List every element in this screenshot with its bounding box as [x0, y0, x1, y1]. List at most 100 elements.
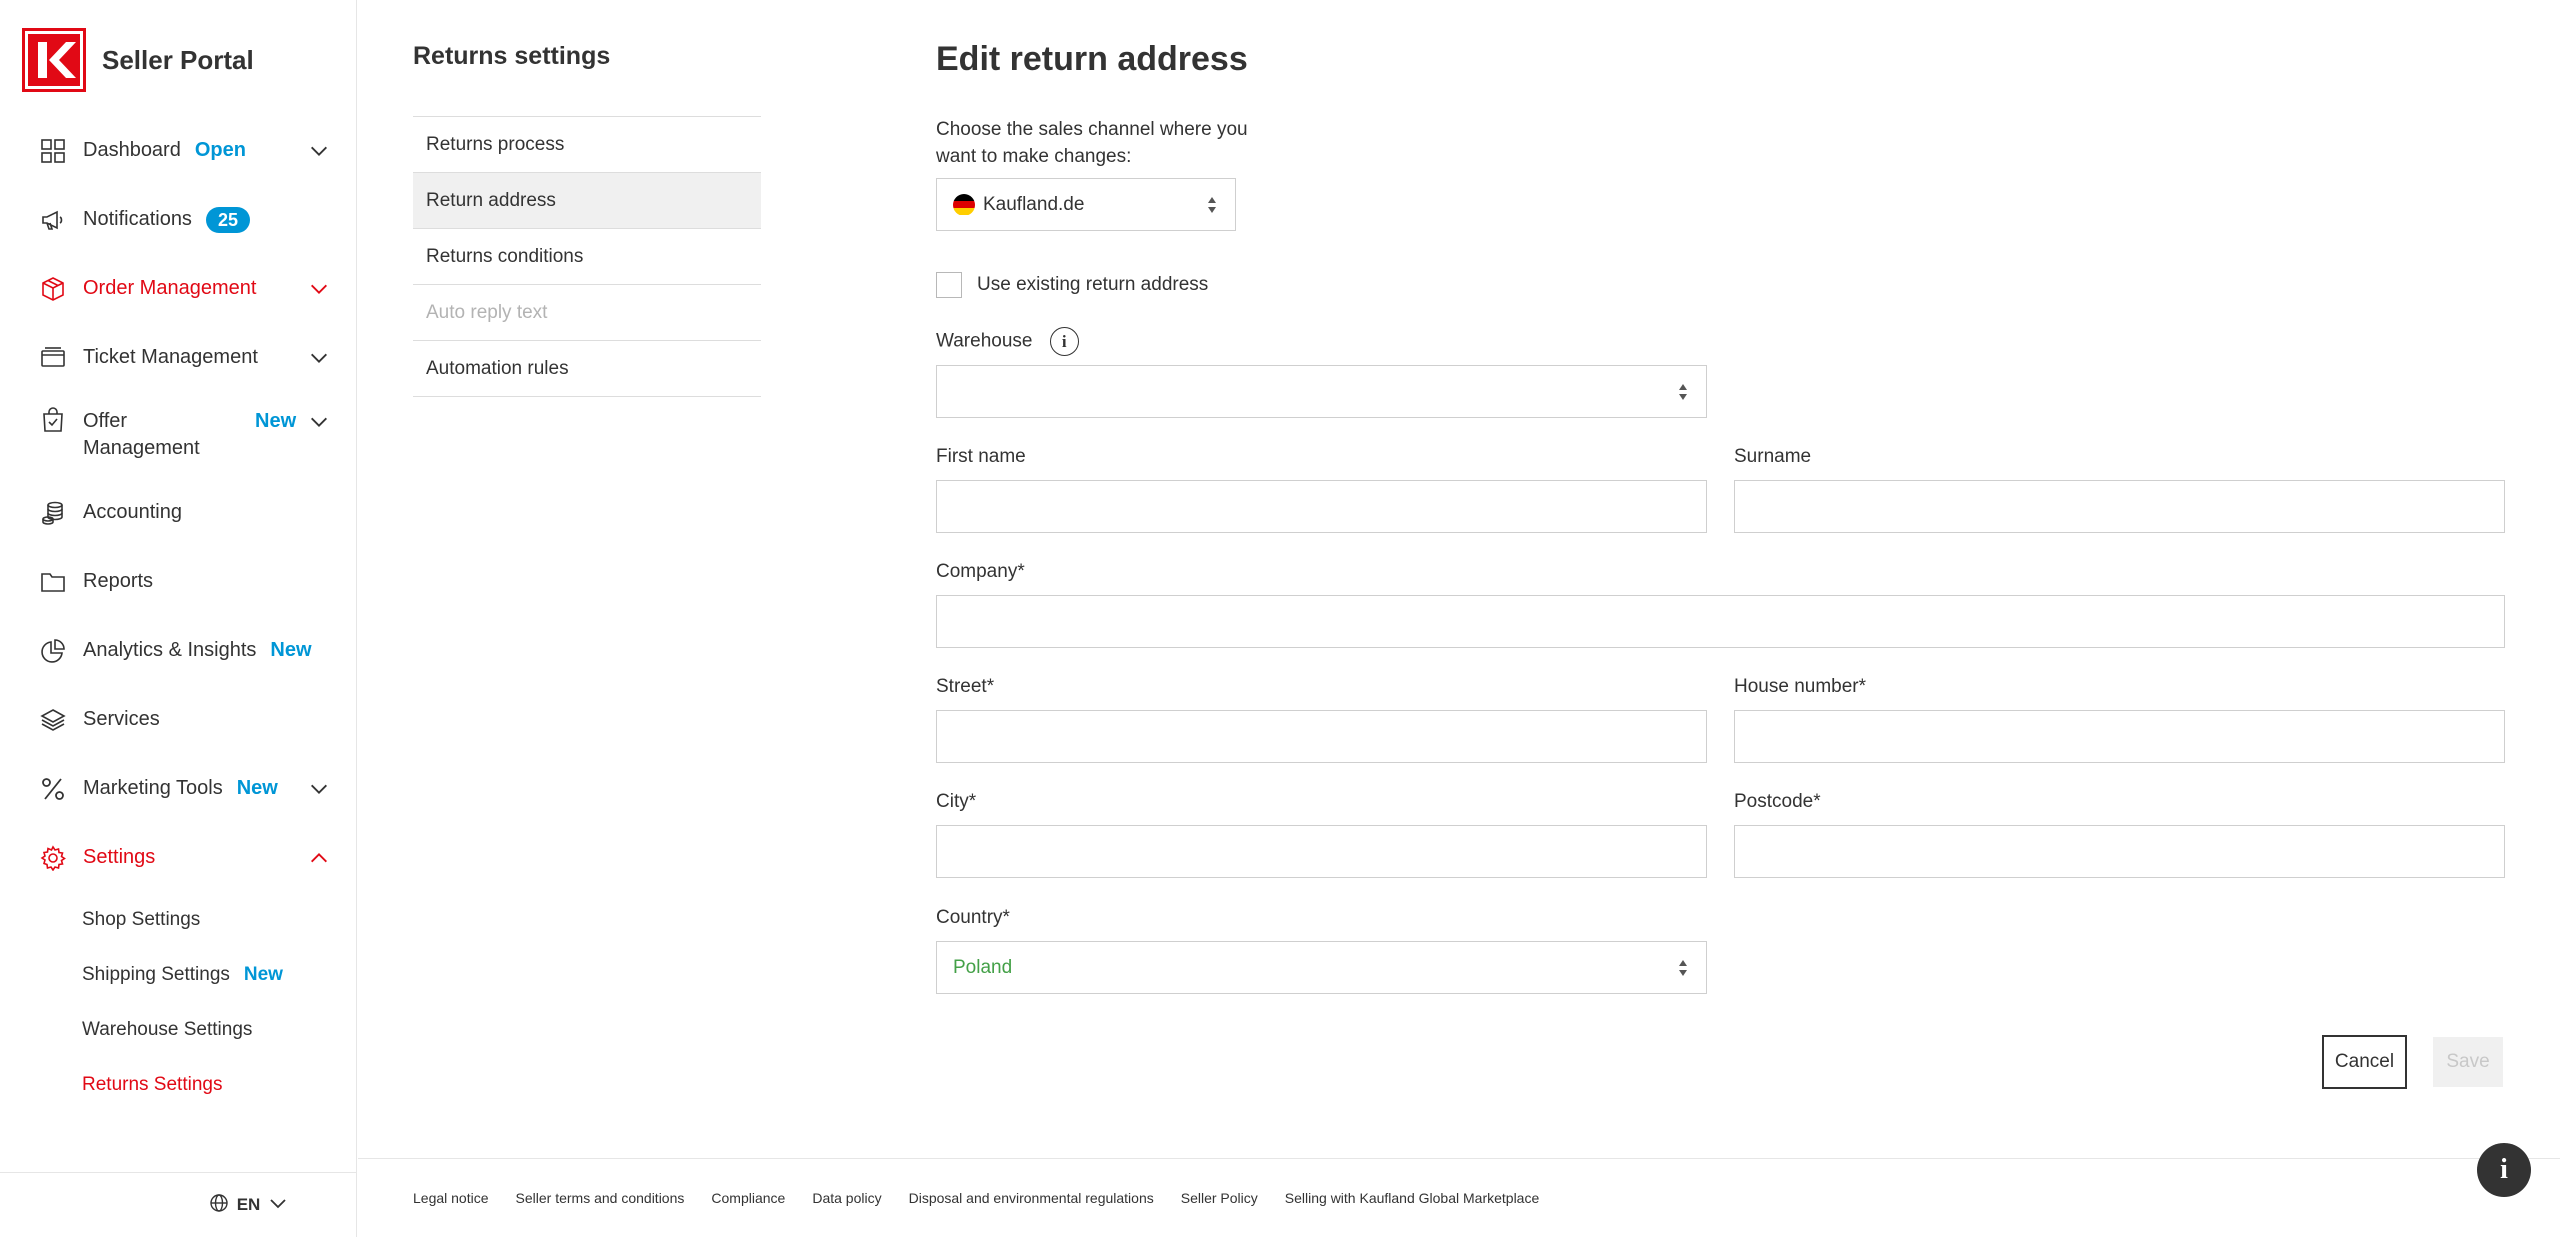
layers-icon	[40, 707, 66, 733]
megaphone-icon	[40, 207, 66, 233]
sidebar: Seller Portal Dashboard Open Notificatio…	[0, 0, 357, 1237]
subnav-warehouse-settings[interactable]: Warehouse Settings	[82, 1002, 357, 1057]
company-input[interactable]	[936, 595, 2505, 648]
new-badge: New	[255, 410, 297, 432]
nav-reports[interactable]: Reports	[0, 547, 357, 616]
nav-analytics[interactable]: Analytics & Insights New	[0, 616, 357, 685]
info-fab-button[interactable]: i	[2477, 1143, 2531, 1197]
city-input[interactable]	[936, 825, 1707, 878]
postcode-input[interactable]	[1734, 825, 2505, 878]
country-label: Country*	[936, 907, 1010, 928]
language-code: EN	[236, 1195, 261, 1214]
settings-item-auto-reply-text: Auto reply text	[413, 285, 761, 341]
gear-icon	[40, 844, 66, 871]
chevron-down-icon[interactable]	[307, 139, 331, 163]
settings-item-returns-process[interactable]: Returns process	[413, 117, 761, 173]
nav-label: Accounting	[83, 501, 182, 523]
brand-name: Seller Portal	[102, 44, 254, 75]
nav-notifications[interactable]: Notifications 25	[0, 185, 357, 254]
return-address-form: Edit return address Choose the sales cha…	[936, 40, 2506, 1089]
new-badge: New	[243, 963, 283, 985]
form-title: Edit return address	[936, 40, 1248, 78]
footer-link-seller-terms[interactable]: Seller terms and conditions	[516, 1190, 685, 1206]
brand[interactable]: Seller Portal	[22, 28, 254, 92]
settings-item-automation-rules[interactable]: Automation rules	[413, 341, 761, 397]
info-icon[interactable]: i	[1049, 327, 1079, 356]
use-existing-address-checkbox[interactable]	[936, 272, 962, 298]
nav-offer-management[interactable]: Offer Management New	[0, 392, 357, 478]
subnav-label: Shipping Settings	[82, 963, 230, 985]
footer: Legal notice Seller terms and conditions…	[358, 1158, 2560, 1237]
street-input[interactable]	[936, 710, 1707, 763]
nav-order-management[interactable]: Order Management	[0, 254, 357, 323]
sales-channel-help-text: Choose the sales channel where you want …	[936, 119, 1248, 167]
select-arrows-icon	[1679, 959, 1687, 976]
germany-flag-icon	[953, 193, 975, 216]
warehouse-select[interactable]	[936, 365, 1707, 418]
chevron-up-icon[interactable]	[307, 846, 331, 870]
nav-accounting[interactable]: Accounting	[0, 478, 357, 547]
main-nav: Dashboard Open Notifications 25 Order Ma…	[0, 116, 357, 1112]
street-label: Street*	[936, 676, 995, 697]
pie-chart-icon	[40, 638, 66, 664]
open-badge: Open	[194, 139, 246, 161]
chevron-down-icon[interactable]	[307, 346, 331, 370]
cancel-button[interactable]: Cancel	[2322, 1035, 2407, 1089]
nav-services[interactable]: Services	[0, 685, 357, 754]
subnav-label: Warehouse Settings	[82, 1018, 253, 1040]
nav-label: Services	[83, 708, 160, 730]
percent-icon	[40, 776, 66, 802]
notification-count-badge: 25	[205, 206, 250, 233]
country-value: Poland	[953, 956, 1013, 978]
nav-label: Order Management	[83, 277, 257, 299]
settings-item-returns-conditions[interactable]: Returns conditions	[413, 229, 761, 285]
chevron-down-icon[interactable]	[307, 777, 331, 801]
use-existing-address-label: Use existing return address	[977, 274, 1209, 295]
subnav-returns-settings[interactable]: Returns Settings	[82, 1057, 357, 1112]
footer-link-seller-policy[interactable]: Seller Policy	[1181, 1190, 1258, 1206]
nav-label-line2: Management	[83, 437, 200, 459]
coins-icon	[40, 500, 66, 526]
package-icon	[40, 276, 66, 302]
subnav-label: Shop Settings	[82, 908, 201, 930]
house-number-input[interactable]	[1734, 710, 2505, 763]
language-selector[interactable]: EN	[0, 1172, 357, 1237]
nav-label: Analytics & Insights	[83, 639, 257, 661]
subnav-shop-settings[interactable]: Shop Settings	[82, 892, 357, 947]
nav-dashboard[interactable]: Dashboard Open	[0, 116, 357, 185]
first-name-input[interactable]	[936, 480, 1707, 533]
chevron-down-icon[interactable]	[307, 410, 331, 434]
footer-link-global-marketplace[interactable]: Selling with Kaufland Global Marketplace	[1285, 1190, 1539, 1206]
returns-settings-list: Returns process Return address Returns c…	[413, 116, 761, 397]
footer-link-disposal[interactable]: Disposal and environmental regulations	[909, 1190, 1154, 1206]
app-root: Seller Portal Dashboard Open Notificatio…	[0, 0, 2560, 1237]
footer-link-compliance[interactable]: Compliance	[711, 1190, 785, 1206]
use-existing-address-row[interactable]: Use existing return address	[936, 272, 1208, 298]
footer-link-legal-notice[interactable]: Legal notice	[413, 1190, 489, 1206]
nav-label: Notifications	[83, 208, 192, 230]
nav-settings[interactable]: Settings	[0, 823, 357, 892]
ticket-icon	[40, 345, 66, 371]
settings-item-return-address[interactable]: Return address	[413, 173, 761, 229]
first-name-label: First name	[936, 446, 1026, 467]
nav-ticket-management[interactable]: Ticket Management	[0, 323, 357, 392]
nav-marketing-tools[interactable]: Marketing Tools New	[0, 754, 357, 823]
subnav-shipping-settings[interactable]: Shipping Settings New	[82, 947, 357, 1002]
surname-input[interactable]	[1734, 480, 2505, 533]
select-arrows-icon	[1679, 383, 1687, 400]
footer-link-data-policy[interactable]: Data policy	[812, 1190, 881, 1206]
nav-label: Settings	[83, 846, 156, 868]
settings-subnav: Shop Settings Shipping Settings New Wareh…	[0, 892, 357, 1112]
grid-icon	[40, 138, 66, 164]
chevron-down-icon[interactable]	[307, 277, 331, 301]
new-badge: New	[236, 777, 278, 799]
sales-channel-select[interactable]: Kaufland.de	[936, 178, 1236, 231]
chevron-down-icon	[268, 1193, 288, 1218]
returns-settings-panel: Returns settings Returns process Return …	[413, 42, 761, 397]
country-select[interactable]: Poland	[936, 941, 1707, 994]
nav-label-line1: Offer	[83, 410, 128, 432]
new-badge: New	[270, 639, 312, 661]
surname-label: Surname	[1734, 446, 1812, 467]
returns-settings-title: Returns settings	[413, 42, 611, 70]
folder-icon	[40, 569, 66, 595]
